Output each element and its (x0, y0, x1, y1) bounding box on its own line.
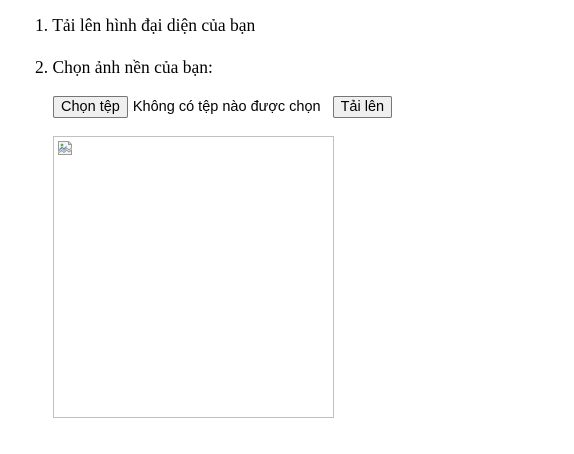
step-1: 1. Tải lên hình đại diện của bạn (35, 15, 255, 35)
step-2-text: Chọn ảnh nền của bạn: (52, 57, 213, 77)
choose-file-button[interactable]: Chọn tệp (53, 96, 128, 118)
step-2: 2. Chọn ảnh nền của bạn: (35, 57, 213, 77)
step-1-text: Tải lên hình đại diện của bạn (52, 15, 256, 35)
broken-image-icon (58, 141, 72, 155)
file-status-text: Không có tệp nào được chọn (132, 99, 321, 115)
step-1-number: 1. (35, 15, 49, 35)
upload-button[interactable]: Tải lên (332, 96, 393, 118)
background-image-preview (53, 136, 334, 418)
step-2-number: 2. (35, 57, 49, 77)
file-upload-row: Chọn tệp Không có tệp nào được chọn Tải … (53, 96, 393, 118)
